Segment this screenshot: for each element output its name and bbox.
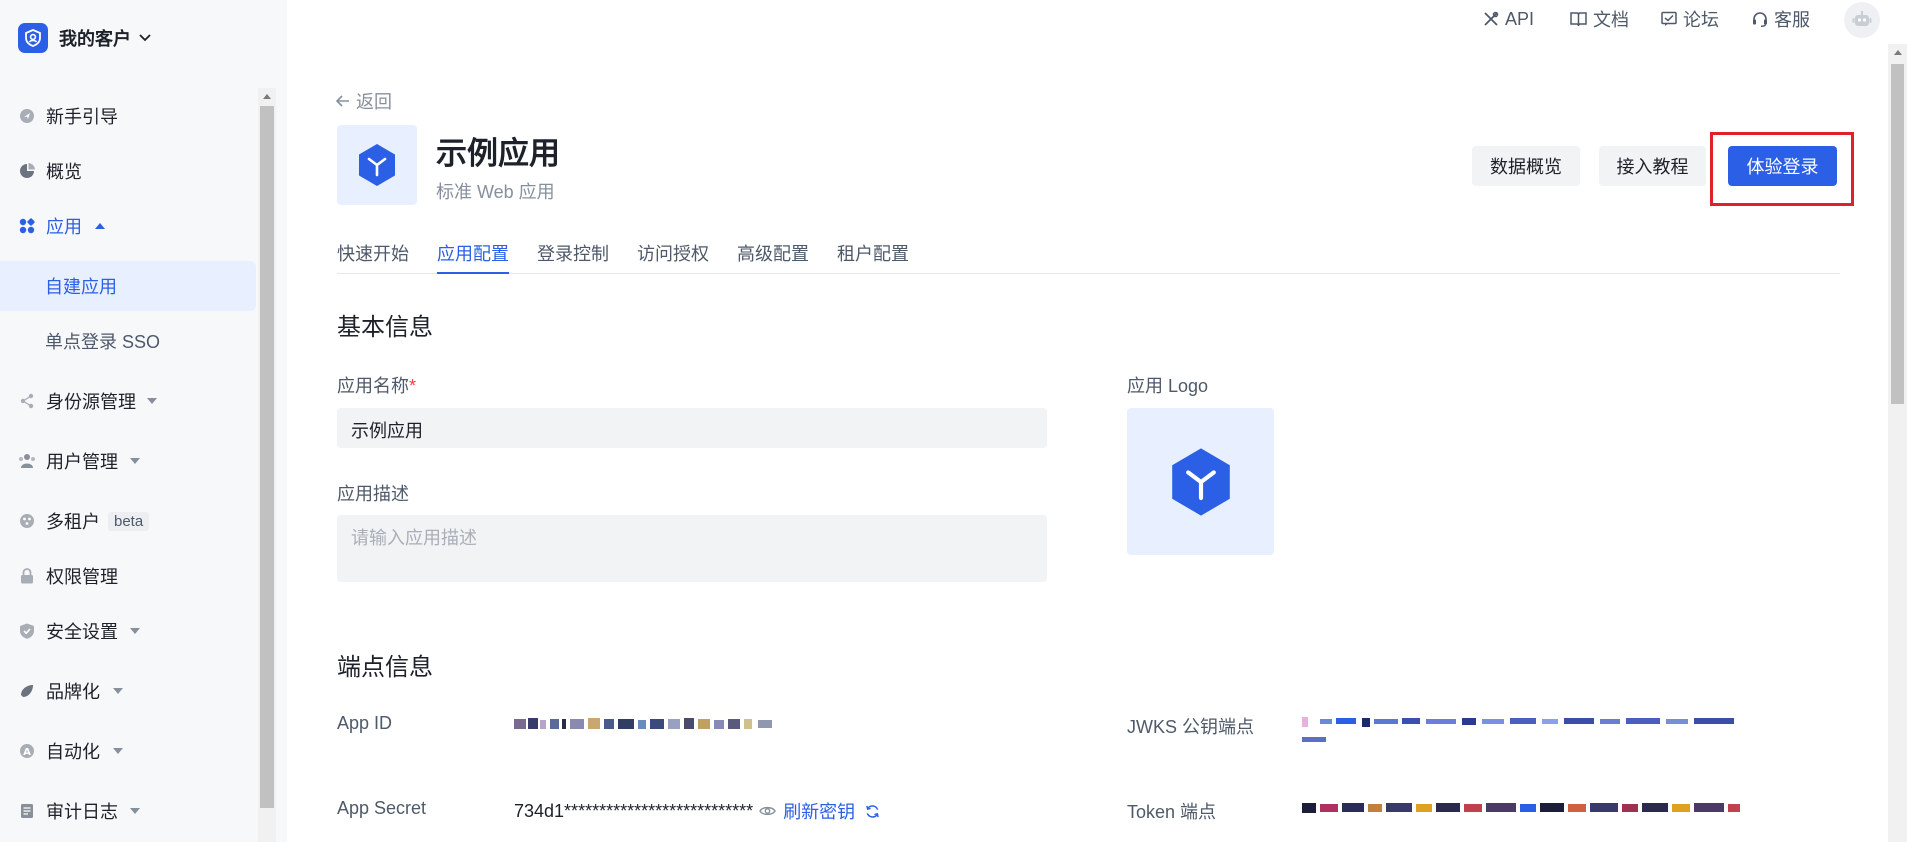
tab-login-control[interactable]: 登录控制 [537, 240, 609, 272]
app-title: 示例应用 [436, 136, 560, 171]
sidebar-item-users[interactable]: 用户管理 [0, 436, 256, 486]
app-secret-value: 734d1*************************** [514, 800, 754, 821]
app-logo-uploader[interactable] [1127, 408, 1274, 555]
docs-link[interactable]: 文档 [1570, 6, 1629, 32]
caret-down-icon [130, 458, 140, 464]
token-endpoint-label: Token 端点 [1127, 802, 1217, 822]
automation-icon: A [18, 742, 36, 760]
message-icon [1661, 11, 1677, 26]
svg-text:A: A [23, 747, 31, 758]
apps-icon [18, 217, 36, 235]
tab-access-authorization[interactable]: 访问授权 [637, 240, 709, 272]
caret-up-icon [95, 223, 105, 229]
sidebar-scrollbar-thumb[interactable] [260, 106, 274, 808]
eye-icon[interactable] [759, 805, 776, 817]
caret-down-icon [130, 808, 140, 814]
api-link[interactable]: API [1483, 6, 1534, 32]
arrow-left-icon [336, 95, 349, 107]
beta-badge: beta [108, 511, 150, 531]
app-type: 标准 Web 应用 [436, 182, 555, 202]
guide-icon [18, 107, 36, 125]
cube-icon [1171, 447, 1230, 516]
app-icon [337, 125, 417, 205]
sidebar-item-branding[interactable]: 品牌化 [0, 666, 256, 716]
sidebar-scrollbar[interactable] [258, 88, 276, 842]
app-secret-row: 734d1*************************** 刷新密钥 [514, 798, 880, 824]
sidebar-item-guide[interactable]: 新手引导 [0, 91, 256, 141]
token-endpoint-value-redacted [1302, 803, 1740, 813]
app-id-label: App ID [337, 713, 393, 733]
basic-info-title: 基本信息 [337, 314, 433, 341]
sidebar-item-automation[interactable]: A 自动化 [0, 726, 256, 776]
share-icon [18, 392, 36, 410]
log-icon [18, 802, 36, 820]
caret-down-icon [147, 398, 157, 404]
data-overview-button[interactable]: 数据概览 [1472, 146, 1580, 186]
sidebar-item-apps[interactable]: 应用 [0, 201, 256, 251]
lock-icon [18, 567, 36, 585]
sidebar-item-permissions[interactable]: 权限管理 [0, 551, 256, 601]
tab-quick-start[interactable]: 快速开始 [337, 240, 409, 272]
support-link[interactable]: 客服 [1752, 6, 1810, 32]
tools-icon [1484, 11, 1499, 26]
tab-app-config[interactable]: 应用配置 [437, 240, 509, 274]
shield-icon [18, 622, 36, 640]
sidebar-item-overview[interactable]: 概览 [0, 146, 256, 196]
chevron-down-icon [139, 34, 151, 42]
sidebar-item-custom-apps[interactable]: 自建应用 [0, 261, 256, 311]
sidebar-item-security[interactable]: 安全设置 [0, 606, 256, 656]
pie-chart-icon [18, 162, 36, 180]
sidebar-item-sso[interactable]: 单点登录 SSO [0, 316, 256, 366]
org-logo-icon [18, 23, 48, 53]
tenant-icon [18, 512, 36, 530]
jwks-endpoint-label: JWKS 公钥端点 [1127, 717, 1255, 737]
sidebar-item-audit-logs[interactable]: 审计日志 [0, 786, 256, 836]
app-logo-label: 应用 Logo [1127, 376, 1209, 396]
sidebar: 我的客户 新手引导 概览 应用 自建应用 单点登录 SSO 身份源管理 用户管理… [0, 0, 287, 842]
jwks-endpoint-value-redacted [1302, 717, 1734, 742]
required-asterisk: * [409, 376, 417, 396]
book-icon [1570, 12, 1587, 27]
tab-bar: 快速开始 应用配置 登录控制 访问授权 高级配置 租户配置 [337, 238, 1840, 274]
org-switcher[interactable]: 我的客户 [18, 22, 151, 54]
refresh-icon[interactable] [865, 804, 880, 819]
app-name-input[interactable]: 示例应用 [337, 408, 1047, 448]
main-scrollbar-thumb[interactable] [1891, 64, 1904, 404]
app-description-label: 应用描述 [337, 484, 409, 504]
scroll-up-arrow-icon[interactable] [258, 88, 276, 104]
forum-link[interactable]: 论坛 [1661, 6, 1719, 32]
app-id-value-redacted [514, 718, 772, 729]
highlight-annotation [1710, 132, 1854, 206]
app-description-textarea[interactable]: 请输入应用描述 [337, 515, 1047, 582]
endpoints-title: 端点信息 [337, 654, 433, 681]
app-name-label: 应用名称* [337, 376, 417, 396]
brand-icon [18, 682, 36, 700]
caret-down-icon [130, 628, 140, 634]
users-icon [18, 452, 36, 470]
back-link[interactable]: 返回 [336, 88, 392, 114]
robot-avatar-icon [1852, 11, 1872, 26]
app-secret-label: App Secret [337, 798, 427, 818]
cube-icon [359, 144, 395, 186]
scroll-up-arrow-icon[interactable] [1888, 44, 1907, 60]
caret-down-icon [113, 688, 123, 694]
integration-tutorial-button[interactable]: 接入教程 [1599, 146, 1706, 186]
sidebar-item-multi-tenant[interactable]: 多租户 beta [0, 496, 256, 546]
main-scrollbar[interactable] [1888, 44, 1907, 842]
org-name: 我的客户 [59, 29, 131, 49]
refresh-secret-link[interactable]: 刷新密钥 [783, 798, 855, 824]
user-avatar[interactable] [1844, 2, 1880, 38]
sidebar-item-label: 多租户 [46, 512, 100, 532]
headset-icon [1753, 12, 1767, 27]
tab-advanced-config[interactable]: 高级配置 [737, 240, 809, 272]
caret-down-icon [113, 748, 123, 754]
sidebar-item-identity-sources[interactable]: 身份源管理 [0, 376, 256, 426]
tab-tenant-config[interactable]: 租户配置 [837, 240, 909, 272]
